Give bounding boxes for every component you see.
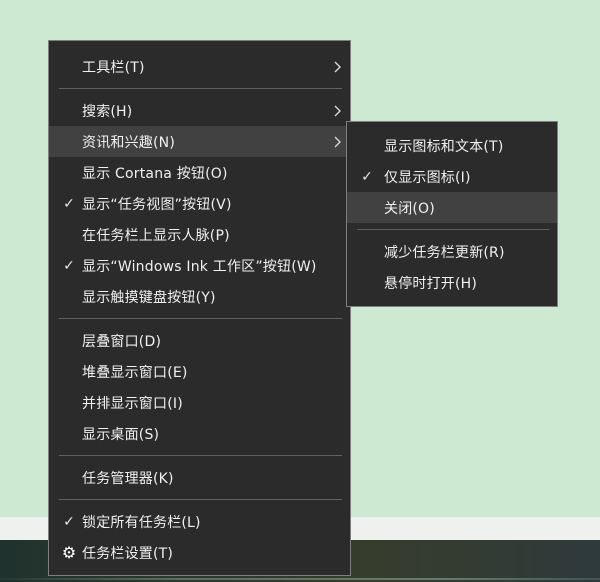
submenu-item-reduce-taskbar-updates[interactable]: 减少任务栏更新(R) <box>347 236 557 267</box>
checkmark-icon: ✓ <box>361 168 373 185</box>
submenu-item-show-icon-only[interactable]: ✓ 仅显示图标(I) <box>347 161 557 192</box>
gear-icon: ⚙ <box>61 543 77 562</box>
taskbar-context-menu: 工具栏(T) 搜索(H) 资讯和兴趣(N) 显示 Cortana 按钮(O) ✓… <box>48 40 351 576</box>
menu-item-label: 在任务栏上显示人脉(P) <box>82 227 230 244</box>
menu-separator <box>59 455 342 456</box>
menu-item-label: 并排显示窗口(I) <box>82 395 183 412</box>
menu-item-label: 层叠窗口(D) <box>82 333 162 350</box>
menu-item-label: 搜索(H) <box>82 103 133 120</box>
menu-item-label: 显示图标和文本(T) <box>384 138 504 155</box>
menu-item-label: 减少任务栏更新(R) <box>384 244 505 261</box>
menu-item-label: 任务管理器(K) <box>82 470 174 487</box>
submenu-item-turn-off[interactable]: 关闭(O) <box>347 192 557 223</box>
menu-separator <box>59 318 342 319</box>
menu-item-show-touch-keyboard-button[interactable]: 显示触摸键盘按钮(Y) <box>49 281 350 312</box>
menu-separator <box>59 499 342 500</box>
menu-item-show-windows-ink-workspace-button[interactable]: ✓ 显示“Windows Ink 工作区”按钮(W) <box>49 250 350 281</box>
menu-item-label: 资讯和兴趣(N) <box>82 134 175 151</box>
menu-item-label: 显示“Windows Ink 工作区”按钮(W) <box>82 258 317 275</box>
news-and-interests-submenu: 显示图标和文本(T) ✓ 仅显示图标(I) 关闭(O) 减少任务栏更新(R) 悬… <box>346 121 558 307</box>
menu-item-label: 显示桌面(S) <box>82 426 160 443</box>
submenu-arrow-icon <box>331 126 343 157</box>
menu-item-show-cortana-button[interactable]: 显示 Cortana 按钮(O) <box>49 157 350 188</box>
menu-separator <box>357 229 549 230</box>
menu-item-label: 显示触摸键盘按钮(Y) <box>82 289 216 306</box>
submenu-item-open-on-hover[interactable]: 悬停时打开(H) <box>347 267 557 298</box>
menu-item-label: 关闭(O) <box>384 200 435 217</box>
menu-item-cascade-windows[interactable]: 层叠窗口(D) <box>49 325 350 356</box>
menu-item-label: 悬停时打开(H) <box>384 275 478 292</box>
menu-item-lock-all-taskbars[interactable]: ✓ 锁定所有任务栏(L) <box>49 506 350 537</box>
menu-item-show-task-view-button[interactable]: ✓ 显示“任务视图”按钮(V) <box>49 188 350 219</box>
submenu-arrow-icon <box>331 51 343 82</box>
submenu-arrow-icon <box>331 95 343 126</box>
menu-item-label: 工具栏(T) <box>82 59 145 76</box>
menu-item-show-windows-side-by-side[interactable]: 并排显示窗口(I) <box>49 387 350 418</box>
checkmark-icon: ✓ <box>63 195 75 212</box>
menu-item-label: 堆叠显示窗口(E) <box>82 364 188 381</box>
menu-item-task-manager[interactable]: 任务管理器(K) <box>49 462 350 493</box>
menu-separator <box>59 88 342 89</box>
checkmark-icon: ✓ <box>63 257 75 274</box>
menu-item-taskbar-settings[interactable]: ⚙ 任务栏设置(T) <box>49 537 350 568</box>
menu-item-show-windows-stacked[interactable]: 堆叠显示窗口(E) <box>49 356 350 387</box>
menu-item-news-and-interests[interactable]: 资讯和兴趣(N) <box>49 126 350 157</box>
menu-item-show-people-on-taskbar[interactable]: 在任务栏上显示人脉(P) <box>49 219 350 250</box>
checkmark-icon: ✓ <box>63 513 75 530</box>
menu-item-show-desktop[interactable]: 显示桌面(S) <box>49 418 350 449</box>
menu-item-label: 显示 Cortana 按钮(O) <box>82 165 228 182</box>
submenu-item-show-icon-and-text[interactable]: 显示图标和文本(T) <box>347 130 557 161</box>
wallpaper-bottom-accent <box>0 578 600 580</box>
menu-item-search[interactable]: 搜索(H) <box>49 95 350 126</box>
menu-item-toolbars[interactable]: 工具栏(T) <box>49 51 350 82</box>
